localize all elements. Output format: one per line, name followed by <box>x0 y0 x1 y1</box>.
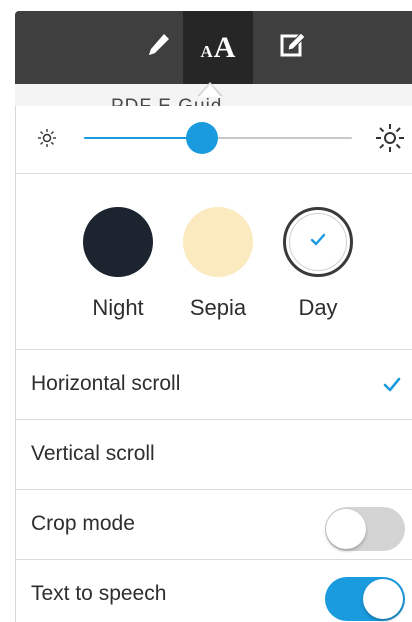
theme-sepia-option[interactable]: Sepia <box>168 174 268 349</box>
sun-small-icon <box>35 126 59 155</box>
theme-night-option[interactable]: Night <box>68 174 168 349</box>
text-to-speech-toggle[interactable] <box>325 577 405 621</box>
crop-mode-label: Crop mode <box>31 512 135 535</box>
edit-note-icon <box>279 31 307 64</box>
text-to-speech-option: Text to speech <box>16 560 412 622</box>
highlight-tool-button[interactable] <box>128 11 188 84</box>
font-size-icon-small: A <box>200 41 213 61</box>
text-settings-button[interactable]: A A <box>183 11 253 84</box>
toggle-knob <box>326 509 366 549</box>
brightness-slider[interactable] <box>84 122 352 154</box>
crop-mode-toggle[interactable] <box>325 507 405 551</box>
theme-night-label: Night <box>92 295 144 320</box>
crop-mode-option: Crop mode <box>16 490 412 560</box>
day-swatch-ring <box>289 213 347 271</box>
checkmark-icon <box>382 376 402 399</box>
sepia-swatch[interactable] <box>183 207 253 277</box>
pencil-icon <box>144 31 172 64</box>
notes-tool-button[interactable] <box>263 11 323 84</box>
day-swatch[interactable] <box>283 207 353 277</box>
vertical-scroll-label: Vertical scroll <box>31 442 155 465</box>
sun-large-icon <box>374 122 406 159</box>
theme-section: Night Sepia Day <box>16 174 412 350</box>
text-settings-panel: Night Sepia Day Horizontal scroll Vertic… <box>15 106 412 622</box>
text-to-speech-label: Text to speech <box>31 582 167 605</box>
night-swatch[interactable] <box>83 207 153 277</box>
brightness-slider-thumb[interactable] <box>185 122 218 154</box>
font-size-icon-large: A <box>213 30 236 64</box>
horizontal-scroll-label: Horizontal scroll <box>31 372 181 395</box>
reader-settings-screen: A A PDF E Guid Night Sepia Day Horizonta… <box>0 0 412 622</box>
theme-day-option[interactable]: Day <box>268 174 368 349</box>
top-toolbar: A A <box>15 11 412 84</box>
theme-sepia-label: Sepia <box>189 295 247 320</box>
toggle-knob <box>363 579 403 619</box>
brightness-slider-fill <box>84 137 202 139</box>
horizontal-scroll-option[interactable]: Horizontal scroll <box>16 350 412 420</box>
theme-day-label: Day <box>298 295 338 320</box>
checkmark-icon <box>310 233 326 252</box>
popover-caret-fill <box>199 84 221 97</box>
vertical-scroll-option[interactable]: Vertical scroll <box>16 420 412 490</box>
brightness-section <box>16 106 412 174</box>
